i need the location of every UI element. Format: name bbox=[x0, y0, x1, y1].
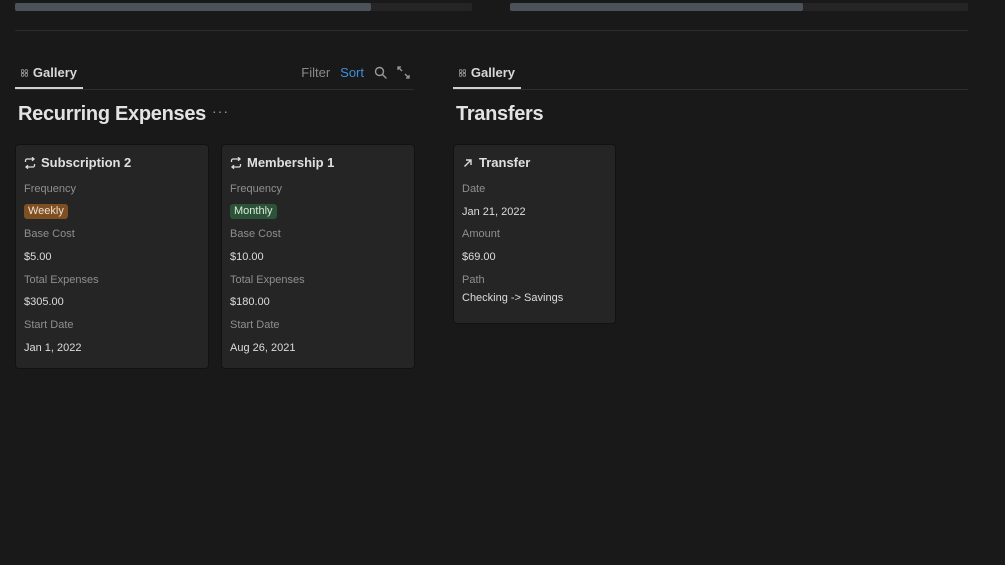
start-date-value: Aug 26, 2021 bbox=[230, 342, 296, 354]
page-title[interactable]: Transfers bbox=[456, 103, 544, 126]
page-title[interactable]: Recurring Expenses bbox=[18, 103, 206, 126]
transfers-section: Gallery Transfers Transfer Date Jan 21, … bbox=[453, 58, 968, 375]
total-expenses-label: Total Expenses bbox=[230, 274, 305, 286]
total-expenses-value: $180.00 bbox=[230, 296, 270, 308]
start-date-value: Jan 1, 2022 bbox=[24, 342, 82, 354]
date-value: Jan 21, 2022 bbox=[462, 206, 526, 218]
card-transfer[interactable]: Transfer Date Jan 21, 2022 Amount $69.00… bbox=[454, 145, 615, 323]
arrow-up-right-icon bbox=[464, 158, 472, 167]
gallery-cards: Transfer Date Jan 21, 2022 Amount $69.00… bbox=[453, 145, 968, 375]
card-title-text: Transfer bbox=[479, 155, 531, 170]
grid-icon bbox=[21, 69, 28, 76]
section-header: Recurring Expenses ··· bbox=[15, 101, 414, 127]
right-tabbar: Gallery bbox=[453, 58, 968, 90]
base-cost-value: $10.00 bbox=[230, 251, 264, 263]
sort-button[interactable]: Sort bbox=[340, 65, 364, 80]
card-title-text: Membership 1 bbox=[247, 155, 335, 170]
amount-value: $69.00 bbox=[462, 251, 496, 263]
search-icon[interactable] bbox=[374, 66, 387, 79]
amount-label: Amount bbox=[462, 228, 500, 240]
tab-gallery[interactable]: Gallery bbox=[15, 58, 83, 89]
frequency-badge: Monthly bbox=[230, 204, 277, 219]
card-membership-1[interactable]: Membership 1 Frequency Monthly Base Cost… bbox=[222, 145, 414, 368]
divider bbox=[15, 30, 968, 31]
tab-label: Gallery bbox=[470, 65, 515, 80]
tab-gallery[interactable]: Gallery bbox=[453, 58, 521, 89]
card-subscription-2[interactable]: Subscription 2 Frequency Weekly Base Cos… bbox=[16, 145, 208, 368]
gallery-cards: Subscription 2 Frequency Weekly Base Cos… bbox=[15, 145, 414, 375]
frequency-badge: Weekly bbox=[24, 204, 68, 219]
more-options-button[interactable]: ··· bbox=[212, 103, 229, 119]
tab-label: Gallery bbox=[32, 65, 77, 80]
repeat-icon bbox=[230, 156, 242, 169]
card-title-text: Subscription 2 bbox=[41, 155, 132, 170]
card-title: Subscription 2 bbox=[24, 155, 131, 170]
start-date-label: Start Date bbox=[24, 319, 74, 331]
view-toolbar: Filter Sort bbox=[301, 58, 410, 87]
total-expenses-label: Total Expenses bbox=[24, 274, 99, 286]
path-label: Path bbox=[462, 274, 485, 286]
path-value: Checking -> Savings bbox=[462, 292, 564, 304]
frequency-label: Frequency bbox=[24, 183, 76, 195]
grid-icon bbox=[459, 69, 466, 76]
expand-icon[interactable] bbox=[397, 66, 410, 79]
filter-button[interactable]: Filter bbox=[301, 65, 330, 80]
base-cost-label: Base Cost bbox=[230, 228, 281, 240]
base-cost-value: $5.00 bbox=[24, 251, 52, 263]
start-date-label: Start Date bbox=[230, 319, 280, 331]
repeat-icon bbox=[24, 156, 36, 169]
recurring-expenses-section: Gallery Filter Sort Recurring Expenses ·… bbox=[15, 58, 414, 375]
page: Gallery Filter Sort Recurring Expenses ·… bbox=[0, 0, 1005, 565]
progress-bar-right bbox=[510, 3, 968, 11]
total-expenses-value: $305.00 bbox=[24, 296, 64, 308]
date-label: Date bbox=[462, 183, 486, 195]
progress-fill-left bbox=[15, 3, 372, 11]
base-cost-label: Base Cost bbox=[24, 228, 75, 240]
left-tabbar: Gallery Filter Sort bbox=[15, 58, 414, 90]
card-title: Transfer bbox=[462, 155, 530, 170]
progress-bar-left bbox=[15, 3, 472, 11]
progress-fill-right bbox=[510, 3, 804, 11]
card-title: Membership 1 bbox=[230, 155, 334, 170]
frequency-label: Frequency bbox=[230, 183, 282, 195]
section-header: Transfers bbox=[453, 101, 968, 127]
